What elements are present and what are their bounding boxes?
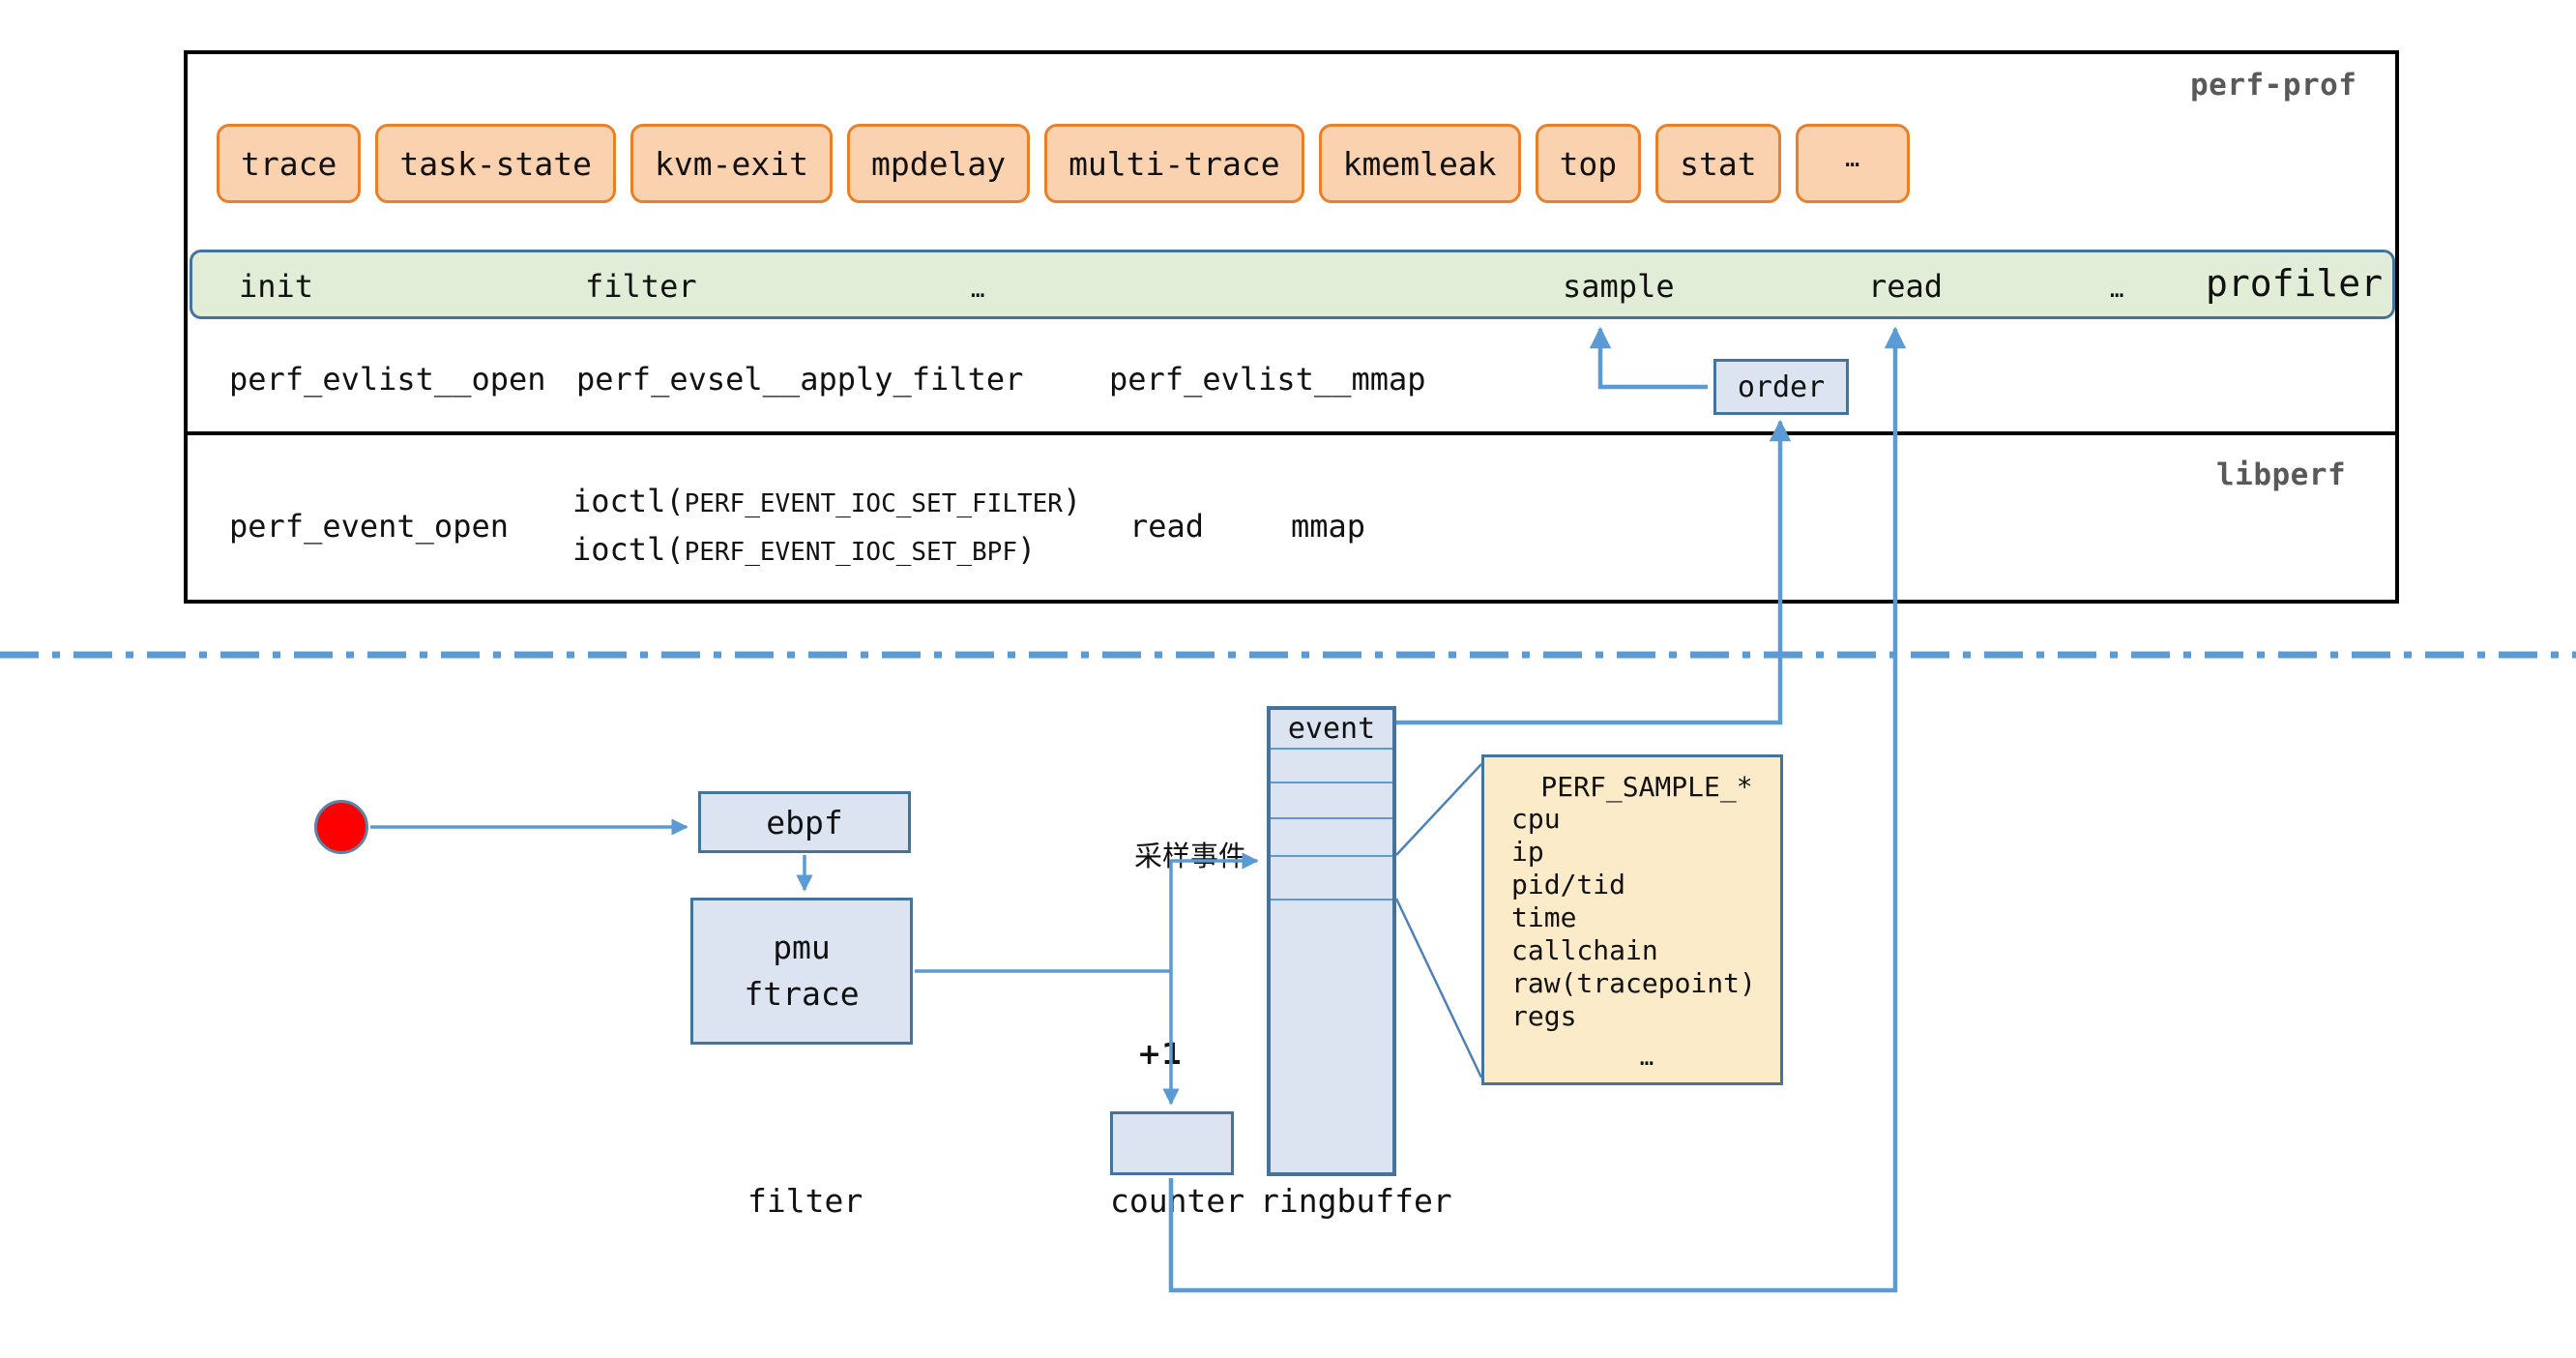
- ebpf-label: ebpf: [766, 804, 842, 841]
- libperf-ioctl-block: ioctl(PERF_EVENT_IOC_SET_FILTER) ioctl(P…: [572, 479, 1081, 576]
- perf-sample-title: PERF_SAMPLE_*: [1484, 771, 1780, 803]
- profiler-op-filter: filter: [585, 268, 697, 305]
- ringbuffer-event-cell-label: event: [1267, 712, 1396, 746]
- ioctl-filter-call: ioctl(: [572, 483, 685, 519]
- ringbuffer-divider-1: [1271, 748, 1392, 750]
- tool-chip-mpdelay[interactable]: mpdelay: [847, 124, 1030, 203]
- ringbuffer-caption: ringbuffer: [1260, 1182, 1452, 1220]
- diagram-canvas: perf-prof libperf trace task-state kvm-e…: [0, 0, 2576, 1358]
- perf-sample-box: PERF_SAMPLE_* cpu ip pid/tid time callch…: [1481, 754, 1783, 1085]
- profiler-op-ellipsis-1: …: [971, 276, 984, 303]
- profiler-band-title: profiler: [2206, 262, 2383, 305]
- perf-prof-frame-label: perf-prof: [2190, 68, 2356, 103]
- libperf-divider: [184, 431, 2399, 435]
- libperf-perf-event-open: perf_event_open: [229, 508, 509, 545]
- ioctl-bpf-call: ioctl(: [572, 531, 685, 568]
- wire-junction-to-ringbuffer: [1171, 861, 1257, 971]
- ringbuffer-divider-2: [1271, 782, 1392, 783]
- perf-sample-field-regs: regs: [1484, 1000, 1780, 1033]
- ioctl-bpf-close: ): [1017, 531, 1036, 568]
- pmu-ftrace-box: pmu ftrace: [690, 898, 913, 1045]
- increment-caption: +1: [1137, 1038, 1182, 1072]
- libperf-read: read: [1129, 508, 1204, 545]
- libperf-frame-label: libperf: [2216, 458, 2346, 492]
- leader-ringbuffer-to-sample-top: [1396, 764, 1481, 855]
- api-perf-evsel-apply-filter: perf_evsel__apply_filter: [576, 361, 1023, 398]
- tool-chip-top[interactable]: top: [1536, 124, 1642, 203]
- profiler-op-ellipsis-2: …: [2110, 276, 2123, 303]
- perf-sample-field-callchain: callchain: [1484, 934, 1780, 967]
- profiler-op-sample: sample: [1563, 268, 1675, 305]
- perf-sample-field-pid-tid: pid/tid: [1484, 869, 1780, 901]
- api-perf-evlist-mmap: perf_evlist__mmap: [1109, 361, 1426, 398]
- libperf-ioctl-set-bpf: ioctl(PERF_EVENT_IOC_SET_BPF): [572, 527, 1081, 576]
- ftrace-label: ftrace: [744, 971, 859, 1018]
- tool-chip-stat[interactable]: stat: [1655, 124, 1780, 203]
- perf-sample-field-time: time: [1484, 901, 1780, 934]
- tool-chip-kvm-exit[interactable]: kvm-exit: [630, 124, 833, 203]
- ioctl-filter-close: ): [1063, 483, 1081, 519]
- perf-sample-field-ip: ip: [1484, 836, 1780, 869]
- ringbuffer-divider-5: [1271, 899, 1392, 900]
- pmu-label: pmu: [773, 925, 831, 971]
- perf-sample-field-cpu: cpu: [1484, 803, 1780, 836]
- profiler-op-init: init: [239, 268, 313, 305]
- tool-chip-row: trace task-state kvm-exit mpdelay multi-…: [217, 124, 1910, 203]
- ringbuffer-box: [1267, 706, 1396, 1176]
- ringbuffer-divider-3: [1271, 817, 1392, 819]
- counter-caption: counter: [1110, 1182, 1244, 1220]
- ebpf-box: ebpf: [698, 791, 911, 853]
- filter-caption: filter: [747, 1182, 863, 1220]
- profiler-op-read: read: [1868, 268, 1943, 305]
- perf-sample-field-more: …: [1484, 1033, 1780, 1074]
- profiler-band: init filter … sample read … profiler: [190, 250, 2395, 319]
- order-box-label: order: [1738, 370, 1825, 404]
- ioctl-filter-arg: PERF_EVENT_IOC_SET_FILTER: [685, 489, 1063, 518]
- tool-chip-kmemleak[interactable]: kmemleak: [1319, 124, 1521, 203]
- tool-chip-trace[interactable]: trace: [217, 124, 361, 203]
- tool-chip-multi-trace[interactable]: multi-trace: [1044, 124, 1304, 203]
- leader-ringbuffer-to-sample-bottom: [1396, 899, 1481, 1078]
- ringbuffer-divider-4: [1271, 855, 1392, 857]
- perf-sample-field-raw: raw(tracepoint): [1484, 967, 1780, 1000]
- libperf-mmap: mmap: [1291, 508, 1365, 545]
- sampling-event-caption: 采样事件: [1134, 834, 1246, 874]
- counter-box: [1110, 1111, 1234, 1175]
- api-perf-evlist-open: perf_evlist__open: [229, 361, 546, 398]
- tool-chip-task-state[interactable]: task-state: [375, 124, 616, 203]
- event-source-dot: [314, 800, 368, 854]
- ioctl-bpf-arg: PERF_EVENT_IOC_SET_BPF: [685, 538, 1017, 567]
- libperf-ioctl-set-filter: ioctl(PERF_EVENT_IOC_SET_FILTER): [572, 479, 1081, 527]
- tool-chip-more[interactable]: …: [1796, 124, 1910, 203]
- order-box: order: [1713, 359, 1849, 415]
